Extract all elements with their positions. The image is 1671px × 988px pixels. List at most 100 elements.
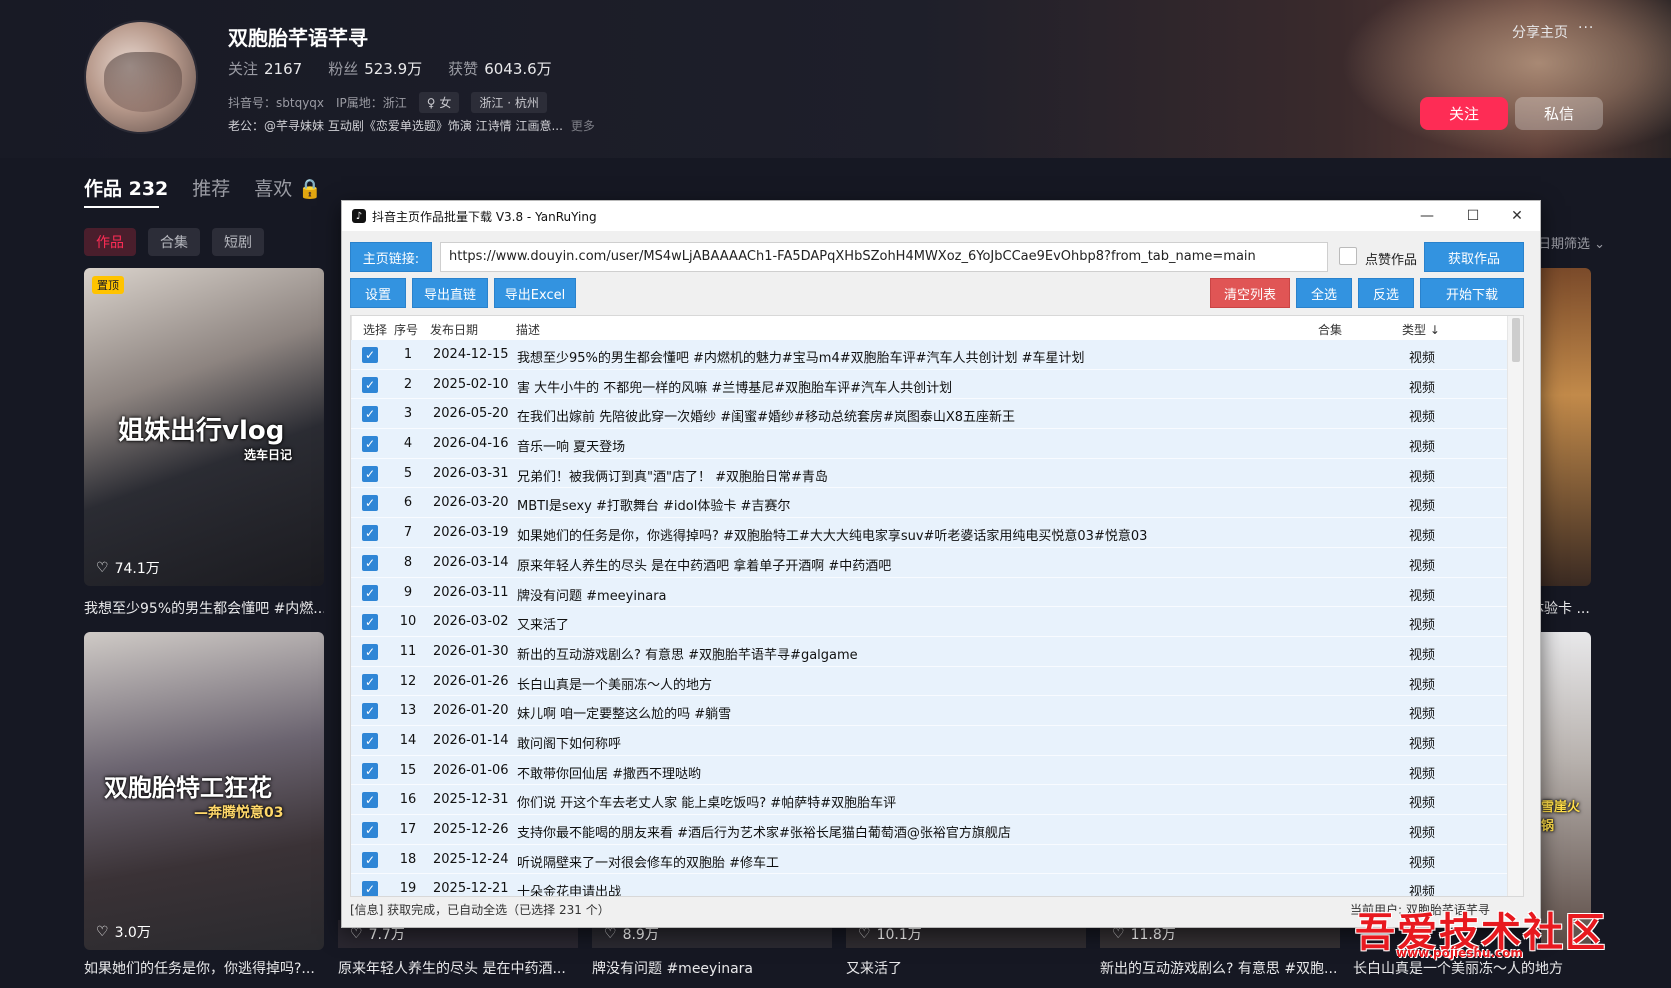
avatar[interactable]: [84, 20, 198, 134]
row-checkbox[interactable]: ✓: [362, 554, 378, 571]
video-card[interactable]: [1541, 268, 1591, 586]
video-title[interactable]: 如果她们的任务是你，你逃得掉吗?...: [84, 958, 324, 978]
more-options-icon[interactable]: ···: [1578, 20, 1594, 36]
subtab-short-drama[interactable]: 短剧: [212, 228, 264, 256]
share-profile-link[interactable]: 分享主页: [1512, 22, 1568, 42]
row-checkbox[interactable]: ✓: [362, 851, 378, 868]
settings-button[interactable]: 设置: [350, 278, 406, 308]
table-row[interactable]: ✓ 4 2026-04-16 音乐一响 夏天登场 视频: [351, 429, 1507, 459]
row-number: 11: [399, 643, 417, 659]
video-title[interactable]: 牌没有问题 #meeyinara: [592, 958, 832, 978]
close-button[interactable]: ✕: [1494, 201, 1540, 231]
row-checkbox[interactable]: ✓: [362, 703, 378, 720]
table-row[interactable]: ✓ 12 2026-01-26 长白山真是一个美丽冻～人的地方 视频: [351, 666, 1507, 697]
follow-button[interactable]: 关注: [1420, 97, 1508, 130]
fans-stat[interactable]: 粉丝 523.9万: [328, 58, 422, 79]
table-row[interactable]: ✓ 15 2026-01-06 不敢带你回仙居 #撒西不理哒哟 视频: [351, 755, 1507, 786]
column-desc[interactable]: 描述: [516, 321, 540, 338]
start-download-button[interactable]: 开始下载: [1420, 278, 1524, 308]
message-button[interactable]: 私信: [1515, 97, 1603, 130]
row-checkbox[interactable]: ✓: [362, 347, 378, 363]
video-title[interactable]: 我想至少95%的男生都会懂吧 #内燃...: [84, 598, 324, 618]
row-checkbox[interactable]: ✓: [362, 673, 378, 690]
row-checkbox[interactable]: ✓: [362, 584, 378, 601]
list-scrollbar[interactable]: [1507, 316, 1523, 896]
table-row[interactable]: ✓ 13 2026-01-20 妹儿啊 咱一定要整这么尬的吗 #躺雪 视频: [351, 696, 1507, 726]
video-title[interactable]: 又来活了: [846, 958, 1086, 978]
row-description: 害 大牛小牛的 不都兜一样的风嘛 #兰博基尼#双胞胎车评#汽车人共创计划: [517, 380, 953, 396]
row-checkbox[interactable]: ✓: [362, 792, 378, 809]
row-checkbox[interactable]: ✓: [362, 495, 378, 512]
table-row[interactable]: ✓ 18 2025-12-24 听说隔壁来了一对很会修车的双胞胎 #修车工 视频: [351, 844, 1507, 875]
row-checkbox[interactable]: ✓: [362, 406, 378, 423]
table-row[interactable]: ✓ 7 2026-03-19 如果她们的任务是你，你逃得掉吗? #双胞胎特工#大大大纯…: [351, 518, 1507, 548]
table-row[interactable]: ✓ 14 2026-01-14 敢问阁下如何称呼 视频: [351, 725, 1507, 756]
select-all-button[interactable]: 全选: [1296, 278, 1352, 308]
video-title[interactable]: 体验卡 ...: [1530, 598, 1610, 618]
table-row[interactable]: ✓ 19 2025-12-21 十朵金花申请出战 视频: [351, 874, 1507, 896]
video-card[interactable]: 置顶 姐妹出行vlog 选车日记 ♡ 74.1万: [84, 268, 324, 586]
following-stat[interactable]: 关注 2167: [228, 58, 302, 79]
row-date: 2024-12-15: [433, 347, 509, 362]
row-description: 支持你最不能喝的朋友来看 #酒后行为艺术家#张裕长尾猫白葡萄酒@张裕官方旗舰店: [517, 826, 1011, 841]
date-filter-dropdown[interactable]: 日期筛选 ⌄: [1538, 233, 1605, 252]
minimize-button[interactable]: —: [1404, 201, 1450, 231]
table-row[interactable]: ✓ 11 2026-01-30 新出的互动游戏剧么? 有意思 #双胞胎芊语芊寻#gal…: [351, 636, 1507, 667]
heart-icon: ♡: [350, 926, 363, 942]
video-title[interactable]: 原来年轻人养生的尽头 是在中药酒...: [338, 958, 578, 978]
table-row[interactable]: ✓ 2 2025-02-10 害 大牛小牛的 不都兜一样的风嘛 #兰博基尼#双胞胎车评…: [351, 369, 1507, 400]
subtab-collections[interactable]: 合集: [148, 228, 200, 256]
invert-selection-button[interactable]: 反选: [1358, 278, 1414, 308]
window-titlebar[interactable]: ♪ 抖音主页作品批量下载 V3.8 - YanRuYing — ☐ ✕: [342, 201, 1540, 231]
video-title[interactable]: 新出的互动游戏剧么? 有意思 #双胞...: [1100, 958, 1340, 978]
fetch-works-button[interactable]: 获取作品: [1424, 242, 1524, 272]
clear-list-button[interactable]: 清空列表: [1210, 278, 1290, 308]
tab-favorites[interactable]: 喜欢 🔒: [254, 174, 322, 201]
maximize-button[interactable]: ☐: [1450, 201, 1496, 231]
row-description: 音乐一响 夏天登场: [517, 440, 626, 456]
row-checkbox[interactable]: ✓: [362, 643, 378, 660]
row-description: 原来年轻人养生的尽头 是在中药酒吧 拿着单子开酒啊 #中药酒吧: [517, 558, 892, 574]
export-links-button[interactable]: 导出直链: [412, 278, 488, 308]
subtab-works[interactable]: 作品: [84, 228, 136, 256]
column-type[interactable]: 类型 ↓: [1402, 321, 1440, 338]
table-row[interactable]: ✓ 9 2026-03-11 牌没有问题 #meeyinara 视频: [351, 577, 1507, 608]
like-works-checkbox[interactable]: [1339, 247, 1357, 265]
column-collection[interactable]: 合集: [1318, 321, 1342, 338]
table-row[interactable]: ✓ 16 2025-12-31 你们说 开这个车去老丈人家 能上桌吃饭吗? #帕萨特#…: [351, 785, 1507, 815]
row-checkbox[interactable]: ✓: [362, 732, 378, 749]
row-date: 2026-01-20: [433, 703, 509, 719]
profile-stats: 关注 2167 粉丝 523.9万 获赞 6043.6万: [228, 58, 552, 79]
video-title[interactable]: 长白山真是一个美丽冻～人的地方: [1353, 958, 1593, 978]
row-checkbox[interactable]: ✓: [362, 614, 378, 631]
tab-works[interactable]: 作品 232: [84, 174, 168, 201]
profile-url-label-button[interactable]: 主页链接:: [350, 242, 432, 272]
table-row[interactable]: ✓ 8 2026-03-14 原来年轻人养生的尽头 是在中药酒吧 拿着单子开酒啊 #中…: [351, 547, 1507, 578]
scroll-thumb[interactable]: [1512, 318, 1520, 362]
row-checkbox[interactable]: ✓: [362, 525, 378, 542]
video-card[interactable]: 双胞胎特工狂花 —奔腾悦意03 ♡ 3.0万: [84, 632, 324, 950]
row-type: 视频: [1409, 766, 1436, 782]
row-checkbox[interactable]: ✓: [362, 822, 378, 838]
table-row[interactable]: ✓ 1 2024-12-15 我想至少95%的男生都会懂吧 #内燃机的魅力#宝马m4#…: [351, 340, 1507, 370]
row-checkbox[interactable]: ✓: [362, 881, 378, 896]
table-row[interactable]: ✓ 3 2026-05-20 在我们出嫁前 先陪彼此穿一次婚纱 #闺蜜#婚纱#移动总统…: [351, 399, 1507, 430]
column-no[interactable]: 序号: [394, 321, 418, 338]
bio-more-link[interactable]: 更多: [571, 119, 595, 133]
profile-url-input[interactable]: https://www.douyin.com/user/MS4wLjABAAAA…: [440, 242, 1328, 272]
column-date[interactable]: 发布日期: [430, 321, 478, 338]
table-row[interactable]: ✓ 10 2026-03-02 又来活了 视频: [351, 607, 1507, 637]
export-excel-button[interactable]: 导出Excel: [494, 278, 576, 308]
table-row[interactable]: ✓ 6 2026-03-20 MBTI是sexy #打歌舞台 #idol体验卡 #吉赛…: [351, 488, 1507, 519]
tab-recommend[interactable]: 推荐: [192, 174, 230, 201]
table-row[interactable]: ✓ 17 2025-12-26 支持你最不能喝的朋友来看 #酒后行为艺术家#张裕长尾猫…: [351, 815, 1507, 845]
row-type: 视频: [1409, 677, 1436, 693]
row-checkbox[interactable]: ✓: [362, 762, 378, 779]
row-number: 2: [403, 376, 413, 392]
row-checkbox[interactable]: ✓: [362, 376, 378, 393]
column-select[interactable]: 选择: [363, 321, 387, 338]
row-checkbox[interactable]: ✓: [362, 465, 378, 482]
table-row[interactable]: ✓ 5 2026-03-31 兄弟们！被我俩订到真"酒"店了！ #双胞胎日常#青岛 视频: [351, 458, 1507, 489]
row-type: 视频: [1409, 499, 1436, 515]
row-checkbox[interactable]: ✓: [362, 436, 378, 453]
